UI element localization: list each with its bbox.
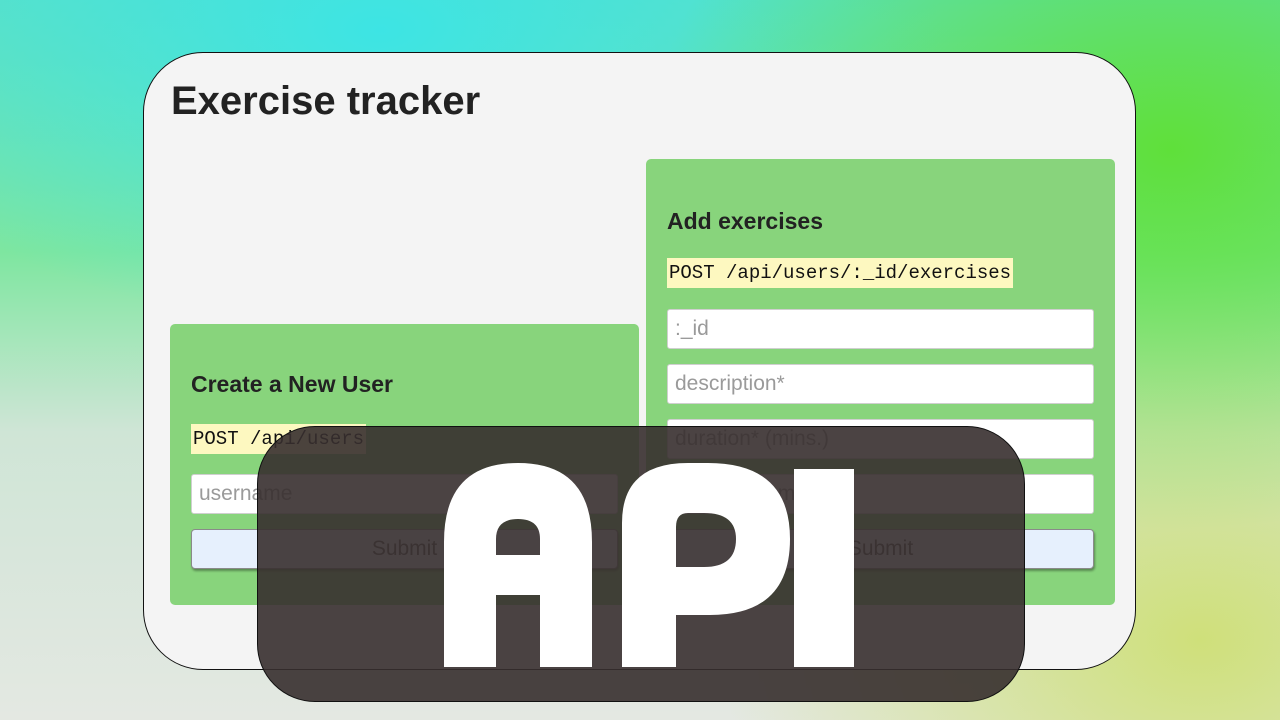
exercise-description-input[interactable] xyxy=(667,364,1094,404)
add-exercises-endpoint: POST /api/users/:_id/exercises xyxy=(667,258,1014,288)
add-exercises-heading: Add exercises xyxy=(667,208,823,234)
logo-letter-a xyxy=(444,463,592,667)
logo-letter-i xyxy=(794,469,854,667)
api-logo-icon xyxy=(444,463,854,667)
create-user-heading: Create a New User xyxy=(191,371,393,397)
page-title: Exercise tracker xyxy=(171,79,481,123)
logo-letter-p xyxy=(622,463,790,667)
api-logo-overlay xyxy=(257,426,1025,702)
exercise-user-id-input[interactable] xyxy=(667,309,1094,349)
